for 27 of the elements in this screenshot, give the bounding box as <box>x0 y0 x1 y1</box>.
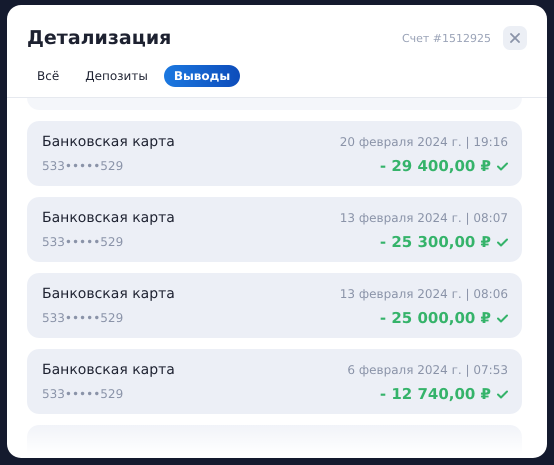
amount: - 29 400,00 ₽ <box>380 156 491 176</box>
transaction-card[interactable]: Банковская карта 533•••••529 20 февраля 2024 г. | 19:16 - 29 400,00 ₽ <box>27 121 522 186</box>
close-button[interactable] <box>503 26 527 50</box>
transaction-card[interactable]: Банковская карта 533•••••529 6 февраля 2024 г. | 07:53 - 12 740,00 ₽ <box>27 349 522 414</box>
tab[interactable]: Депозиты <box>75 65 158 87</box>
amount: - 12 740,00 ₽ <box>380 384 491 404</box>
card-number: 533•••••529 <box>42 386 124 402</box>
transaction-card[interactable]: Банковская карта 533•••••529 13 февраля 2024 г. | 08:07 - 25 300,00 ₽ <box>27 197 522 262</box>
transaction-date: 20 февраля 2024 г. | 19:16 <box>340 134 508 150</box>
amount: - 25 000,00 ₽ <box>380 308 491 328</box>
transaction-date: 6 февраля 2024 г. | 07:53 <box>347 362 508 378</box>
card-number: 533•••••529 <box>42 234 124 250</box>
transaction-date: 13 февраля 2024 г. | 08:06 <box>340 286 508 302</box>
dialog-title: Детализация <box>27 27 172 49</box>
card-number: 533•••••529 <box>42 310 124 326</box>
account-number: Счет #1512925 <box>402 32 491 44</box>
payment-method: Банковская карта <box>42 361 175 380</box>
transaction-card[interactable]: Банковская карта 533•••••529 13 февраля 2024 г. | 08:06 - 25 000,00 ₽ <box>27 273 522 338</box>
card-number: 533•••••529 <box>42 158 124 174</box>
amount: - 25 300,00 ₽ <box>380 232 491 252</box>
close-icon <box>510 33 520 43</box>
tab[interactable]: Всё <box>27 65 70 87</box>
transaction-date: 13 февраля 2024 г. | 08:07 <box>340 210 508 226</box>
payment-method: Банковская карта <box>42 285 175 304</box>
payment-method: Банковская карта <box>42 133 175 152</box>
tab[interactable]: Выводы <box>164 65 240 87</box>
payment-method: Банковская карта <box>42 209 175 228</box>
